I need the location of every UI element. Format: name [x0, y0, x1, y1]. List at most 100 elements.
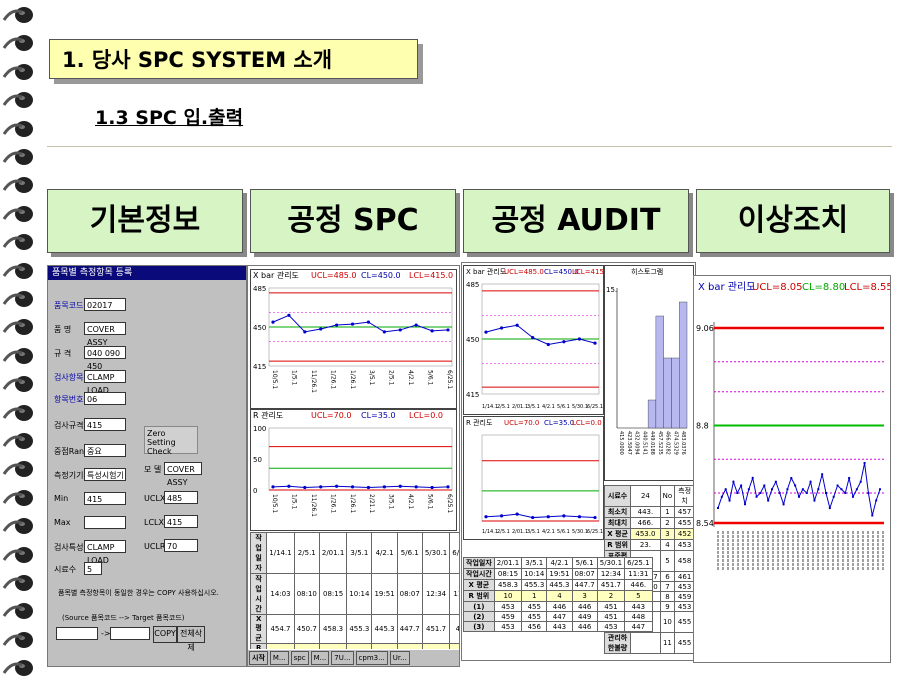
table-cell: 1/14.1	[266, 532, 295, 574]
ucl-field[interactable]: 485	[164, 491, 198, 504]
taskbar-item[interactable]: cpm3...	[355, 651, 388, 665]
delete-all-button[interactable]: 전체삭제	[177, 626, 205, 652]
audit-histogram: 15. 415.0000 423.5047 432.0094 440.5141 449.0…	[606, 286, 688, 455]
data-point	[717, 507, 719, 509]
y-tick-label: 415	[466, 391, 479, 399]
abnormal-lcl: LCL=8.55	[844, 282, 891, 293]
form-field-label: 검사규격	[54, 421, 84, 430]
data-point	[825, 492, 827, 494]
x-tick-label: 4/2.1	[542, 404, 555, 410]
ucl-label: UCLX	[144, 494, 166, 503]
table-cell: 455	[674, 632, 695, 654]
binder-ring	[2, 430, 38, 452]
table-cell: 3	[659, 528, 676, 540]
x-tick-label: 2/01.1	[512, 529, 528, 535]
spc-xbar-lcl: LCL=415.0	[409, 271, 454, 280]
data-point	[767, 499, 770, 502]
start-button[interactable]: 시작	[249, 651, 268, 665]
x-tick-label: 1/26.1	[329, 370, 336, 389]
table-cell: 458.3	[318, 614, 348, 644]
table-cell: 최대치	[603, 517, 632, 529]
x-tick-label: 2/01.1	[512, 404, 528, 410]
form-field-value[interactable]: CLAMP LOAD	[84, 540, 126, 565]
x-tick-label: 5/6.1	[427, 370, 434, 386]
form-field-value[interactable]: 06	[84, 392, 126, 405]
form-field-value[interactable]: 415	[84, 418, 126, 431]
audit-r-lcl: LCL=0.0	[572, 419, 602, 427]
form-field-value[interactable]: 특성시험기	[84, 468, 126, 481]
form-field-value[interactable]: 040 090 450	[84, 346, 126, 371]
table-cell: 446	[546, 601, 573, 612]
zero-check-label: Zero Setting Check	[147, 429, 176, 456]
table-cell: 456	[521, 621, 548, 632]
category-process-audit: 공정 AUDIT	[463, 189, 689, 253]
zero-check-box[interactable]: Zero Setting Check	[144, 426, 198, 456]
table-cell: 14:03	[266, 573, 295, 615]
y-tick-label: 450	[466, 336, 479, 344]
form-field-label: 항목번호	[54, 395, 84, 404]
table-cell: 19:51	[546, 568, 573, 580]
spc-xbar-ucl: UCL=485.0	[311, 271, 357, 280]
binder-ring	[2, 32, 38, 54]
table-cell: X 평균	[603, 528, 632, 540]
taskbar-item[interactable]: Ur...	[389, 651, 410, 665]
table-cell: 작업시간	[249, 573, 268, 615]
uclr-field[interactable]: 70	[164, 539, 198, 552]
table-cell: R 범위	[463, 590, 495, 602]
data-point	[801, 488, 804, 491]
binder-ring	[2, 316, 38, 338]
form-field-value[interactable]: 중요	[84, 444, 126, 457]
y-tick-label: 100	[253, 425, 266, 433]
copy-button[interactable]: COPY	[153, 626, 177, 643]
form-field-label: 시료수	[54, 565, 77, 574]
binder-ring	[2, 146, 38, 168]
table-cell: 453	[674, 581, 695, 592]
table-cell: 3	[571, 590, 598, 602]
binder-ring	[2, 572, 38, 594]
data-point	[303, 485, 307, 490]
table-cell: 3/5.1	[346, 532, 373, 574]
audit-r-chart: 1/14.1 2/5.1 2/01.1 3/5.1 4/2.1 5/6.1 5/30.1 6/…	[481, 434, 603, 535]
data-point	[724, 488, 727, 491]
table-cell: 455	[674, 611, 695, 633]
data-point	[798, 495, 800, 498]
form-field-value[interactable]: CLAMP LOAD	[84, 370, 126, 395]
data-point	[771, 488, 773, 491]
table-cell: 4	[659, 539, 676, 551]
x-tick-label: 4/2.1	[407, 494, 414, 510]
form-field-value[interactable]: 5	[84, 562, 102, 575]
data-point	[859, 480, 862, 483]
table-row: 작업일자 1/14.1 2/5.1 2/01.1 3/5.1 4/2.1 5/6.1 5/30…	[249, 532, 459, 574]
form-field-value[interactable]: 415	[84, 492, 126, 505]
x-tick-label: 2/21.1	[368, 494, 375, 513]
abnormal-xbar-title: X bar 관리도	[698, 282, 756, 293]
form-field-value[interactable]: COVER ASSY	[84, 322, 126, 347]
form-field-value[interactable]	[84, 516, 126, 529]
binder-ring	[2, 4, 38, 26]
taskbar-item[interactable]: M...	[310, 651, 330, 665]
target-code-field[interactable]	[110, 627, 150, 640]
table-cell: 466.	[630, 517, 661, 529]
spc-r-title: R 관리도	[253, 411, 284, 420]
form-field-label: 측정기기	[54, 471, 84, 480]
series-line	[717, 462, 881, 516]
source-code-field[interactable]	[56, 627, 98, 640]
taskbar-item[interactable]: 7U...	[331, 651, 354, 665]
y-tick-label: 9.06	[696, 324, 714, 333]
taskbar-item[interactable]: M...	[269, 651, 289, 665]
form-field-value[interactable]: 02017	[84, 298, 126, 311]
form-field-label: 품 명	[54, 325, 72, 334]
table-cell: 447	[546, 611, 573, 622]
table-cell: 작업일자	[463, 557, 495, 569]
table-cell: 2	[659, 517, 676, 529]
binder-ring	[2, 231, 38, 253]
model-field[interactable]: COVER ASSY	[164, 462, 202, 487]
taskbar-item[interactable]: spc	[290, 651, 309, 665]
table-cell: 453.0	[630, 528, 661, 540]
lcl-field[interactable]: 415	[164, 515, 198, 528]
table-cell: 11:31	[624, 568, 653, 580]
x-tick-label: 10/5.1	[271, 370, 278, 389]
table-cell: 3/5.1	[521, 557, 548, 569]
data-point	[855, 488, 858, 491]
data-point	[836, 484, 839, 487]
